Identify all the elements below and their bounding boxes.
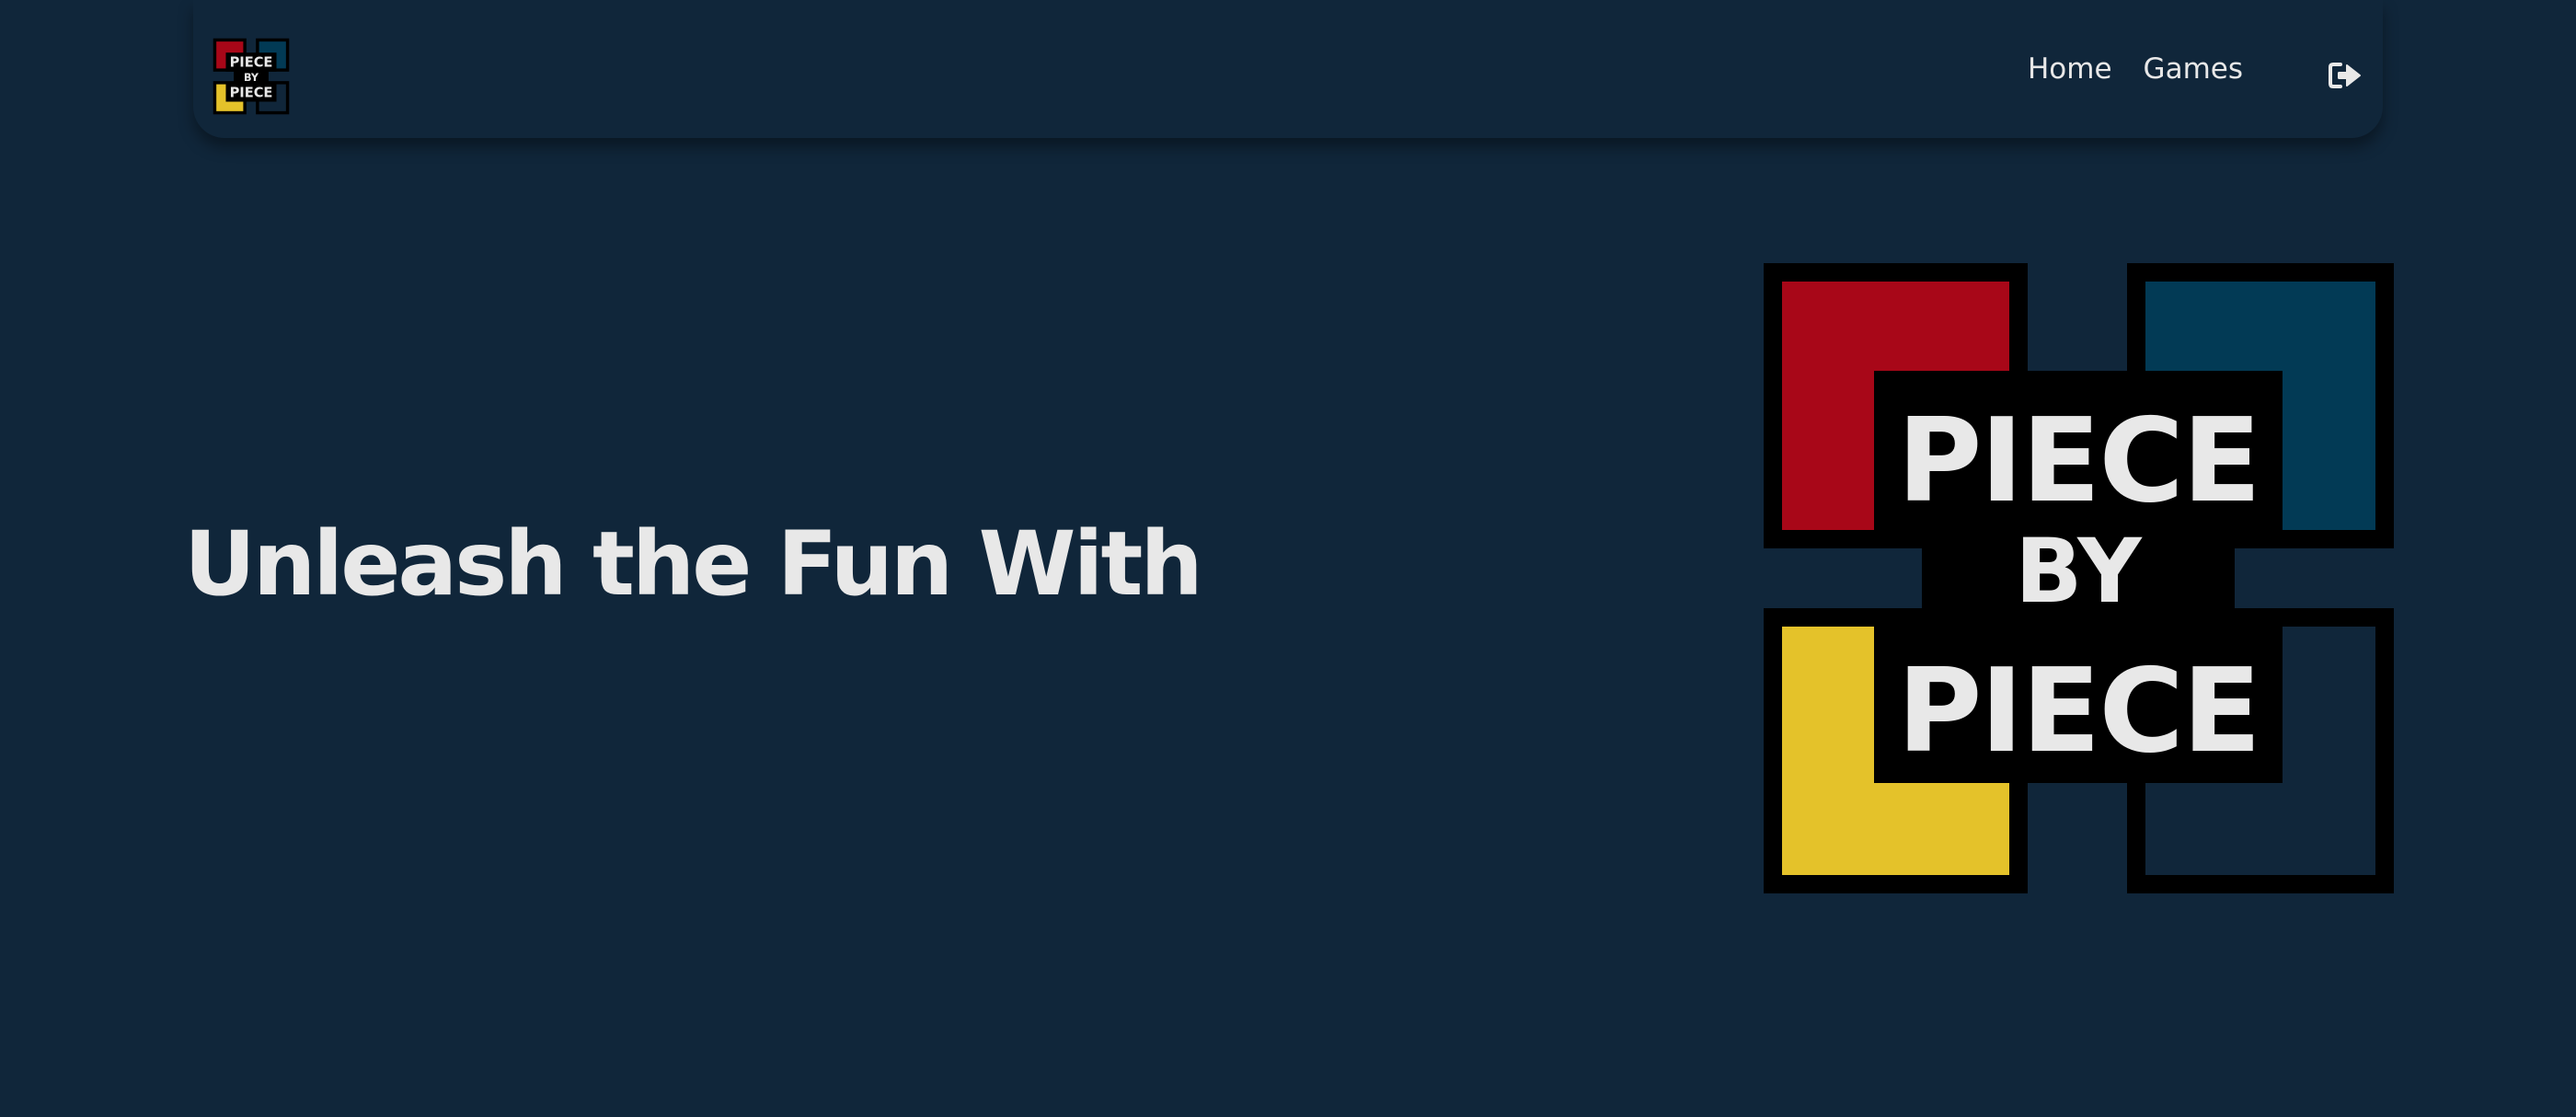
nav-links: Home Games bbox=[2028, 55, 2243, 84]
nav-link-games[interactable]: Games bbox=[2144, 55, 2243, 84]
hero-logo: PIECE BY PIECE bbox=[1764, 263, 2394, 893]
hero-logo-line3: PIECE bbox=[1897, 643, 2260, 778]
nav-link-home[interactable]: Home bbox=[2028, 55, 2112, 84]
hero-logo-line1: PIECE bbox=[1897, 393, 2260, 528]
nav-logo[interactable]: PIECE BY PIECE bbox=[212, 37, 291, 116]
sign-out-icon[interactable] bbox=[2328, 61, 2363, 90]
hero-logo-line2: BY bbox=[2015, 520, 2143, 623]
nav-logo-line3: PIECE bbox=[230, 85, 273, 100]
nav-logo-line2: BY bbox=[244, 72, 259, 84]
nav-logo-line1: PIECE bbox=[230, 55, 273, 71]
navbar: PIECE BY PIECE Home Games bbox=[193, 0, 2383, 138]
hero-title: Unleash the Fun With bbox=[184, 512, 1203, 616]
